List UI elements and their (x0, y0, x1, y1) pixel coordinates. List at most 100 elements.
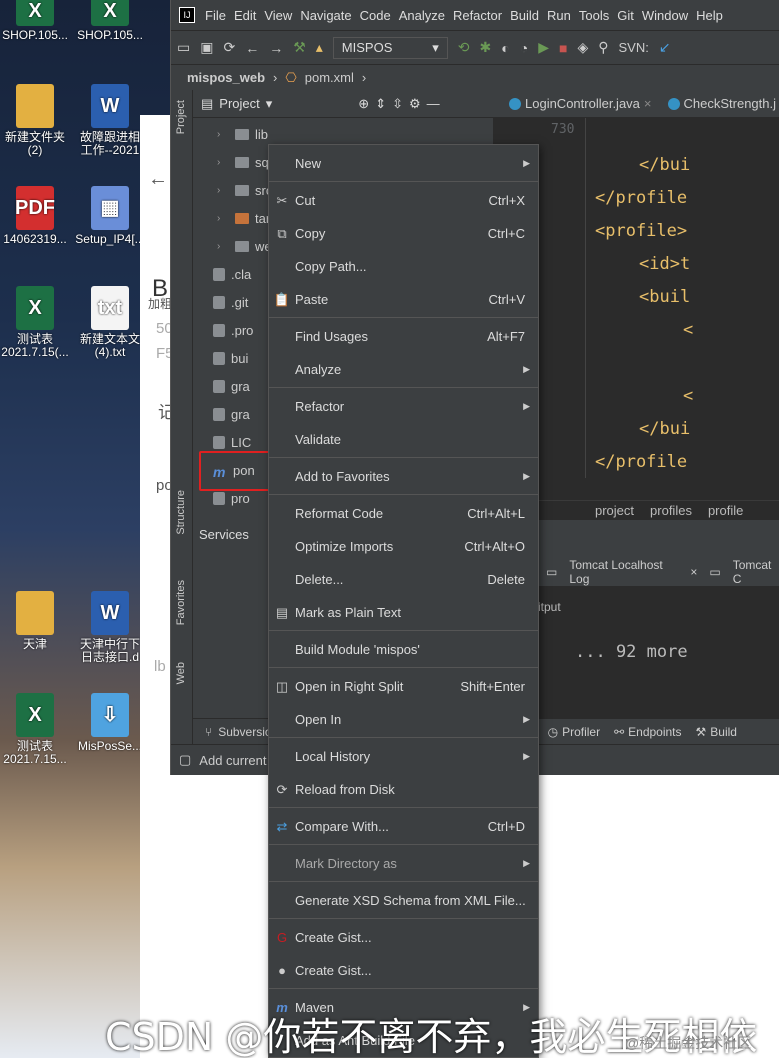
build-hammer-icon[interactable]: ⚒ (293, 39, 306, 56)
menu-item-open-in[interactable]: Open In ▶ (269, 703, 538, 736)
menu-file[interactable]: File (201, 8, 230, 23)
crumb-profile[interactable]: profile (708, 503, 743, 518)
tab-login-controller[interactable]: LoginController.java × (501, 96, 660, 111)
menu-edit[interactable]: Edit (230, 8, 260, 23)
desktop-icon[interactable]: X 测试表 2021.7.15... (0, 693, 70, 766)
menu-item-mark-directory-as[interactable]: Mark Directory as ▶ (269, 847, 538, 880)
desktop-icon[interactable]: W 天津中行下 日志接口.d (75, 591, 145, 664)
menu-item-new[interactable]: New ▶ (269, 147, 538, 180)
profile-icon[interactable]: ◔ (520, 40, 528, 56)
project-tool-tab[interactable]: Project (175, 100, 187, 134)
svn-update-icon[interactable]: ↙ (659, 39, 671, 56)
menu-item-paste[interactable]: 📋 Paste Ctrl+V (269, 283, 538, 316)
tree-item[interactable]: › sql (193, 148, 279, 176)
menu-item-optimize-imports[interactable]: Optimize Imports Ctrl+Alt+O (269, 530, 538, 563)
menu-analyze[interactable]: Analyze (395, 8, 449, 23)
forward-icon[interactable]: → (269, 40, 283, 56)
chevron-right-icon[interactable]: › (217, 157, 231, 168)
tree-item[interactable]: .pro (193, 316, 279, 344)
tab-tomcat-localhost-log[interactable]: Tomcat Localhost Log (569, 558, 678, 586)
hide-icon[interactable]: — (427, 96, 440, 111)
console-output[interactable]: itput ... 92 more (538, 586, 779, 718)
run-icon[interactable]: ▶ (538, 39, 549, 56)
menu-item-build-module-mispos[interactable]: Build Module 'mispos' (269, 633, 538, 666)
menu-item-create-gist[interactable]: G Create Gist... (269, 921, 538, 954)
close-icon[interactable]: × (690, 565, 697, 579)
tree-item[interactable]: .git (193, 288, 279, 316)
favorites-tool-tab[interactable]: Favorites (175, 580, 187, 625)
chevron-right-icon[interactable]: › (217, 213, 231, 224)
project-panel-title[interactable]: Project (219, 96, 259, 111)
menu-navigate[interactable]: Navigate (296, 8, 355, 23)
menu-help[interactable]: Help (692, 8, 727, 23)
menu-item-copy-path[interactable]: Copy Path... (269, 250, 538, 283)
menu-run[interactable]: Run (543, 8, 575, 23)
debug-icon[interactable]: ✱ (480, 39, 492, 56)
menu-item-cut[interactable]: ✂ Cut Ctrl+X (269, 184, 538, 217)
structure-tool-tab[interactable]: Structure (175, 490, 187, 535)
tree-item[interactable]: › lib (193, 120, 279, 148)
search-icon[interactable]: ⚲ (598, 39, 608, 56)
menu-item-copy[interactable]: ⧉ Copy Ctrl+C (269, 217, 538, 250)
close-icon[interactable]: × (644, 96, 652, 111)
crumb-profiles[interactable]: profiles (650, 503, 692, 518)
tree-item[interactable]: gra (193, 400, 279, 428)
chevron-right-icon[interactable]: › (217, 185, 231, 196)
tree-item[interactable]: bui (193, 344, 279, 372)
coverage-icon[interactable]: ◐ (501, 40, 509, 56)
desktop-icon[interactable]: PDF 14062319... (0, 186, 70, 246)
open-folder-icon[interactable]: ▭ (177, 39, 190, 56)
tool-build[interactable]: Build (710, 725, 737, 739)
menu-git[interactable]: Git (613, 8, 638, 23)
chevron-right-icon[interactable]: › (217, 241, 231, 252)
desktop-icon[interactable]: X SHOP.105... (0, 0, 70, 42)
tab-tomcat-catalina[interactable]: Tomcat C (733, 558, 779, 586)
menu-item-refactor[interactable]: Refactor ▶ (269, 390, 538, 423)
chevron-right-icon[interactable]: › (217, 129, 231, 140)
menu-item-analyze[interactable]: Analyze ▶ (269, 353, 538, 386)
desktop-icon[interactable]: W 故障跟进相 工作--2021 (75, 84, 145, 157)
desktop-icon[interactable]: txt 新建文本文 (4).txt (75, 286, 145, 359)
tool-subversion[interactable]: Subversio (218, 725, 271, 739)
gear-icon[interactable]: ⚙ (409, 96, 421, 112)
menu-item-add-to-favorites[interactable]: Add to Favorites ▶ (269, 460, 538, 493)
desktop-icon[interactable]: 新建文件夹 (2) (0, 84, 70, 157)
expand-all-icon[interactable]: ⇕ (375, 96, 386, 112)
collapse-all-icon[interactable]: ⇳ (392, 96, 403, 112)
run-config-select[interactable]: MISPOS ▾ (332, 36, 448, 59)
menu-item-validate[interactable]: Validate (269, 423, 538, 456)
save-icon[interactable]: ▣ (200, 39, 213, 56)
menu-view[interactable]: View (260, 8, 296, 23)
menu-window[interactable]: Window (638, 8, 692, 23)
stop-icon[interactable]: ■ (559, 40, 567, 56)
desktop-icon[interactable]: X SHOP.105... (75, 0, 145, 42)
locate-icon[interactable]: ⊕ (358, 96, 369, 112)
rerun-icon[interactable]: ⟲ (458, 39, 470, 56)
menu-item-find-usages[interactable]: Find Usages Alt+F7 (269, 320, 538, 353)
desktop-icon[interactable]: ▦ Setup_IP4[... (75, 186, 145, 246)
menu-item-reformat-code[interactable]: Reformat Code Ctrl+Alt+L (269, 497, 538, 530)
tree-item[interactable]: › targ (193, 204, 279, 232)
desktop-icon[interactable]: X 测试表 2021.7.15(... (0, 286, 70, 359)
menu-item-delete[interactable]: Delete... Delete (269, 563, 538, 596)
menu-code[interactable]: Code (356, 8, 395, 23)
menu-item-local-history[interactable]: Local History ▶ (269, 740, 538, 773)
desktop-icon[interactable]: ⇩ MisPosSe... (75, 693, 145, 753)
tree-item[interactable]: › web (193, 232, 279, 260)
back-arrow-icon[interactable]: ← (148, 168, 168, 191)
crumb-project[interactable]: project (595, 503, 634, 518)
menu-tools[interactable]: Tools (575, 8, 613, 23)
tool-profiler[interactable]: Profiler (562, 725, 600, 739)
sync-icon[interactable]: ⟳ (223, 39, 235, 56)
menu-build[interactable]: Build (506, 8, 543, 23)
tree-item[interactable]: gra (193, 372, 279, 400)
menu-item-reload-from-disk[interactable]: ⟳ Reload from Disk (269, 773, 538, 806)
tool-endpoints[interactable]: Endpoints (628, 725, 681, 739)
breadcrumb-project[interactable]: mispos_web (187, 70, 265, 85)
desktop-icon[interactable]: 天津 (0, 591, 70, 651)
back-icon[interactable]: ← (245, 40, 259, 56)
menu-item-compare-with[interactable]: ⇄ Compare With... Ctrl+D (269, 810, 538, 843)
breadcrumb-file[interactable]: pom.xml (305, 70, 354, 85)
tree-item[interactable]: › src (193, 176, 279, 204)
menu-refactor[interactable]: Refactor (449, 8, 506, 23)
